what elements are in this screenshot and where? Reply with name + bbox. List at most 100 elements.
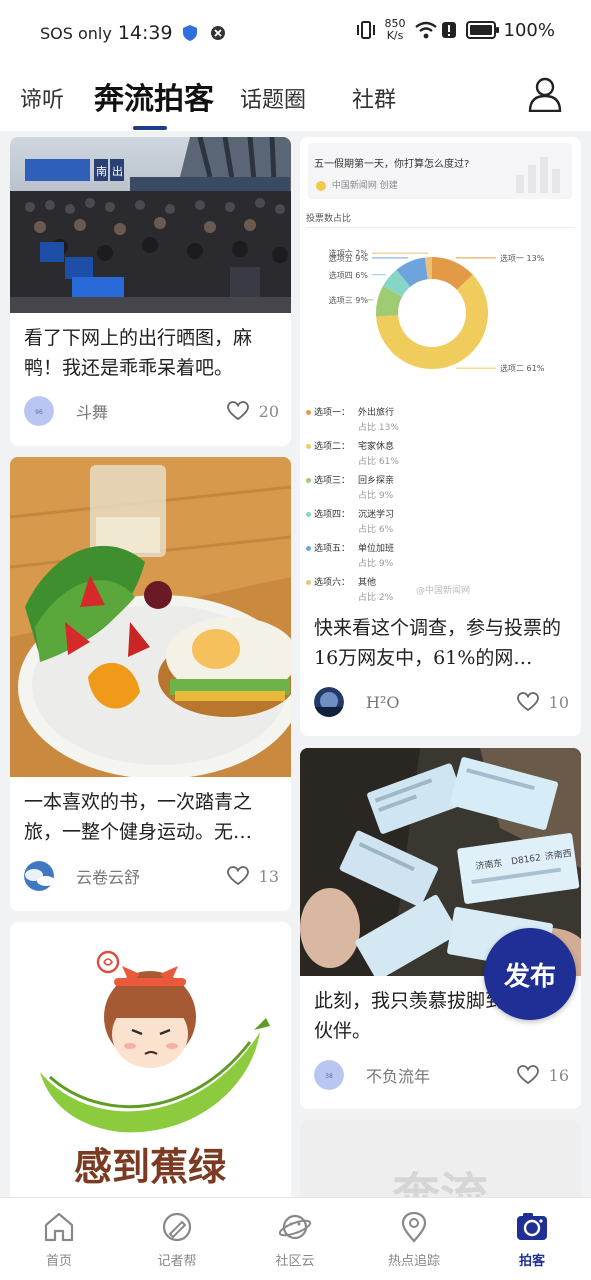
poll-option-label: 选项四： [314,510,351,520]
card-title[interactable]: 一本喜欢的书，一次踏青之旅，一整个健身运动。无… [24,787,277,847]
source-logo-icon [316,180,326,191]
tab-diting[interactable]: 谛听 [20,82,64,114]
poll-source-text: 中国新闻网 创建 [331,181,398,191]
nav-label: 热点追踪 [387,1254,440,1269]
station-sign-exit: 出 [112,164,123,178]
avatar[interactable] [314,687,344,717]
author-name[interactable]: 斗舞 [76,399,227,423]
donut-label: 选项四 6% [329,270,369,280]
banana-sticker-image: 感到蕉绿 [10,922,291,1197]
battery-icon [465,21,499,39]
reporter-icon [162,1212,192,1242]
avatar[interactable]: 38 [314,1060,344,1090]
heart-icon[interactable] [226,866,249,886]
card-meta: 云卷云舒 13 [24,861,279,891]
author-name[interactable]: 云卷云舒 [76,864,227,888]
donut-label: 选项二 61% [500,363,545,373]
poll-option-dot [306,546,311,551]
donut-label: 选项一 13% [500,253,545,263]
poll-watermark: @中国新闻网 [416,586,471,596]
poll-option-dot [306,580,311,585]
vibrate-icon [356,21,375,39]
author-name[interactable]: 不负流年 [366,1063,517,1087]
station-sign-south: 南 [96,165,107,178]
poll-option: 选项一： 外出旅行 占比 13% [306,405,576,439]
poll-option-name: 外出旅行 [358,408,395,418]
poll-question: 五一假期第一天，你打算怎么度过? [314,159,470,170]
author-name[interactable]: H²O [366,693,517,712]
poll-option: 选项三： 回乡探亲 占比 9% [306,473,576,507]
svg-text:38: 38 [325,1073,333,1080]
clock: 14:39 [117,22,173,44]
publish-button[interactable]: 发布 [484,928,576,1020]
nav-label: 记者帮 [157,1254,197,1269]
nav-item-home[interactable]: 首页 [19,1210,99,1269]
poll-option-percent: 占比 6% [358,525,394,535]
avatar[interactable]: 96 [24,396,54,426]
poll-option-label: 选项一： [314,408,351,418]
train-station-photo: 南 出 [10,137,291,313]
poll-option-label: 选项二： [314,442,351,452]
poll-option-percent: 占比 9% [358,491,394,501]
poll-option: 选项六： 其他 占比 2% @中国新闻网 [306,575,576,609]
poll-option: 选项二： 宅家休息 占比 61% [306,439,576,473]
wifi-icon [414,21,437,39]
feed-card-poll[interactable]: 五一假期第一天，你打算怎么度过? 中国新闻网 创建 投票数占比 选项一 13% 选… [300,137,581,736]
user-profile-icon[interactable] [528,76,562,112]
poll-option-label: 选项三： [314,476,351,486]
heart-icon[interactable] [226,401,249,421]
poll-option-percent: 占比 61% [358,457,399,467]
poll-option-name: 其他 [358,578,377,588]
poll-option-label: 选项六： [314,578,351,588]
poll-option-name: 单位加班 [358,544,395,554]
poll-donut-chart: 选项一 13%选项二 61%选项三 9%选项四 6%选项五 9%选项六 2% [329,248,545,373]
poll-subtitle: 投票数占比 [306,214,352,224]
avatar[interactable] [24,861,54,891]
nav-label: 社区云 [275,1254,315,1269]
poll-option-dot [306,512,311,517]
poll-option: 选项四： 沉迷学习 占比 6% [306,507,576,541]
like-count: 16 [548,1065,569,1085]
like-count: 20 [258,401,279,421]
poll-source: 中国新闻网 创建 [316,178,398,191]
breakfast-photo [10,457,291,779]
poll-option-dot [306,444,311,449]
feed-card-breakfast[interactable]: 一本喜欢的书，一次踏青之旅，一整个健身运动。无… 云卷云舒 13 [10,457,291,911]
location-pin-icon [401,1211,427,1243]
feed-card-banana[interactable]: 感到蕉绿 [10,922,291,1212]
heart-icon[interactable] [516,692,539,712]
card-meta: 38 不负流年 16 [314,1060,569,1090]
top-tab-bar: 谛听 奔流拍客 话题圈 社群 [0,66,591,131]
nav-item-reporter[interactable]: 记者帮 [137,1210,217,1269]
tab-topic-circle[interactable]: 话题圈 [240,82,306,114]
poll-option-name: 宅家休息 [358,442,395,452]
card-title[interactable]: 看了下网上的出行晒图，麻鸭！我还是乖乖呆着吧。 [24,323,277,383]
battery-level: 100% [503,19,555,41]
poll-option: 选项五： 单位加班 占比 9% [306,541,576,575]
camera-icon [517,1213,547,1240]
svg-text:96: 96 [35,409,43,416]
feed-card-train-station[interactable]: 南 出 看了下网上的出行晒图，麻鸭！我还是乖乖呆着吧。 96 斗舞 20 [10,137,291,446]
donut-label: 选项三 9% [329,295,369,305]
poll-option-name: 回乡探亲 [358,476,395,486]
divider [306,227,574,228]
card-title[interactable]: 快来看这个调查，参与投票的16万网友中，61%的网… [314,613,567,673]
poll-option-percent: 占比 9% [358,559,394,569]
nav-item-paike[interactable]: 拍客 [492,1210,572,1269]
net-speed-unit: K/s [386,29,404,42]
planet-icon [278,1214,312,1240]
active-tab-indicator [133,126,167,130]
bottom-nav-bar: 首页 记者帮 社区云 热点追踪 拍客 [0,1197,591,1280]
poll-option-name: 沉迷学习 [358,510,395,520]
tab-benliu-paike[interactable]: 奔流拍客 [94,74,214,118]
shield-icon [182,25,197,41]
nav-label: 拍客 [518,1254,545,1269]
nav-label: 首页 [45,1254,72,1269]
poll-option-percent: 占比 2% [358,593,394,603]
nav-item-community[interactable]: 社区云 [255,1210,335,1269]
heart-icon[interactable] [516,1065,539,1085]
like-count: 10 [548,692,569,712]
carrier-text: SOS only [40,23,112,43]
nav-item-trending[interactable]: 热点追踪 [374,1210,454,1269]
tab-community-group[interactable]: 社群 [352,82,396,114]
